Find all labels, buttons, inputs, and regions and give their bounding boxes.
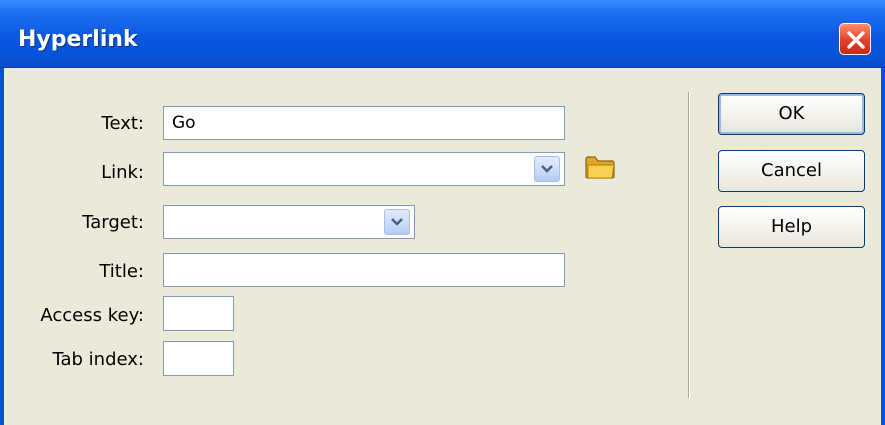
link-label: Link: — [101, 162, 144, 183]
target-label: Target: — [82, 212, 144, 233]
folder-icon — [585, 156, 615, 179]
link-combobox[interactable] — [163, 152, 565, 186]
hyperlink-dialog: Hyperlink Text: Go Link: Target: Title: … — [0, 0, 885, 425]
close-button[interactable] — [839, 23, 871, 55]
close-icon — [847, 31, 865, 49]
chevron-down-icon — [541, 165, 553, 173]
text-input[interactable]: Go — [163, 106, 565, 140]
cancel-button[interactable]: Cancel — [718, 150, 865, 192]
link-dropdown-button[interactable] — [534, 156, 560, 182]
browse-folder-button[interactable] — [584, 154, 616, 184]
title-label: Title: — [99, 261, 144, 282]
dialog-title: Hyperlink — [18, 27, 138, 52]
access-key-input[interactable] — [163, 296, 234, 331]
chevron-down-icon — [391, 218, 403, 226]
title-bar[interactable]: Hyperlink — [0, 0, 885, 68]
ok-button[interactable]: OK — [718, 93, 865, 135]
target-dropdown-button[interactable] — [384, 209, 410, 235]
help-button[interactable]: Help — [718, 206, 865, 248]
text-label: Text: — [101, 113, 144, 134]
tab-index-input[interactable] — [163, 341, 234, 376]
target-combobox[interactable] — [163, 205, 415, 239]
vertical-divider — [688, 92, 690, 398]
title-input[interactable] — [163, 253, 565, 287]
access-key-label: Access key: — [40, 305, 144, 326]
tab-index-label: Tab index: — [52, 349, 144, 370]
